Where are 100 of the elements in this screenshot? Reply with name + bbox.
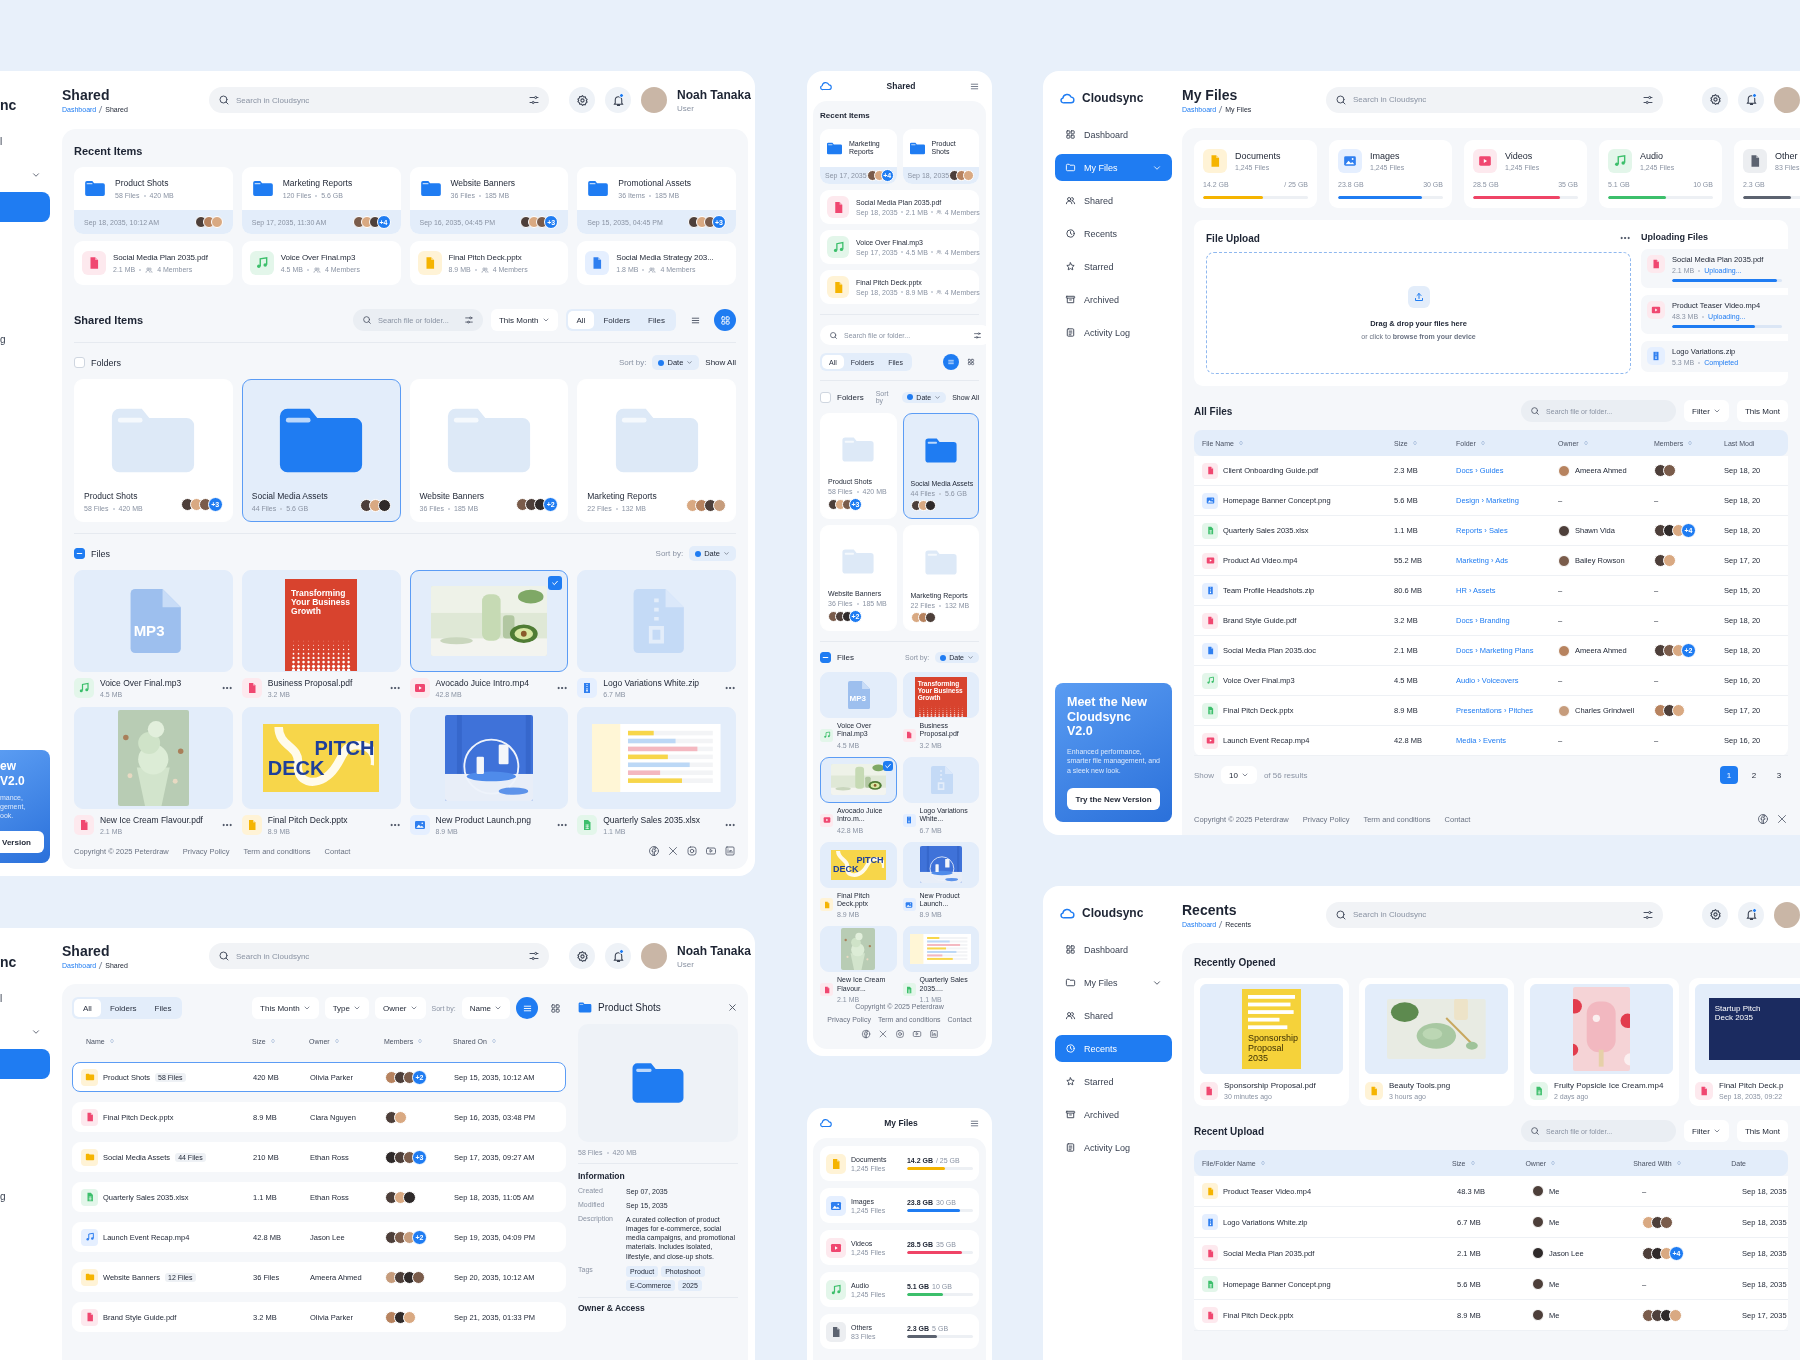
nav-item[interactable]: l xyxy=(0,982,55,1015)
period-dropdown[interactable]: This Month xyxy=(490,309,558,331)
promo-title-line: ew xyxy=(0,759,17,773)
page-title: Shared xyxy=(62,943,111,959)
nav-item[interactable]: My Files xyxy=(1055,969,1172,996)
file-name: Business Proposal.pdf xyxy=(267,678,354,688)
page-button[interactable]: 3 xyxy=(1770,766,1788,784)
cover-word: PITCH xyxy=(856,855,884,865)
search-field[interactable]: Search in Cloudsync xyxy=(1326,86,1663,113)
file-name: Sponsorship Proposal.pdf xyxy=(1224,1081,1316,1090)
file-name: Final Pitch Deck.p xyxy=(1719,1081,1784,1090)
section-title: Uploading Files xyxy=(1641,232,1709,242)
file-name: Social Media Strategy 203... xyxy=(616,252,714,262)
page-title: Recents xyxy=(1182,901,1238,918)
nav-item[interactable]: Shared xyxy=(1055,187,1172,214)
section-title: Recent Items xyxy=(820,111,871,120)
page-button[interactable]: 2 xyxy=(1745,766,1763,784)
nav-item[interactable]: l xyxy=(0,125,55,158)
file-type-label: MP3 xyxy=(849,693,866,703)
page-title: Shared xyxy=(62,87,111,103)
page-title: Shared xyxy=(886,81,916,91)
folder-name: Promotional Assets xyxy=(618,178,691,188)
section-title: Owner & Access xyxy=(578,1302,646,1313)
sort-dropdown[interactable]: Name xyxy=(461,997,510,1019)
panel-title: Product Shots xyxy=(598,1001,661,1013)
filter-dropdown[interactable]: This Month xyxy=(252,997,319,1019)
section-title: Recently Opened xyxy=(1194,957,1277,968)
file-name: Avocado Juice Intro.mp4 xyxy=(435,678,530,688)
show-all-link[interactable]: Show All xyxy=(705,358,736,367)
cover-title: Sponsorship Proposal 2035 xyxy=(1247,1033,1296,1064)
section-label: Folders xyxy=(837,392,864,402)
nav-item[interactable]: g xyxy=(0,323,55,356)
nav-item[interactable]: Archived xyxy=(1055,286,1172,313)
app-name: nc xyxy=(0,953,18,972)
app-name: Cloudsync xyxy=(1082,906,1144,920)
nav-item[interactable]: Recents xyxy=(1055,220,1172,247)
app-name: nc xyxy=(0,96,18,115)
tab[interactable]: Folders xyxy=(100,999,146,1017)
user-name: Noah Tanaka xyxy=(677,943,751,958)
nav-item[interactable]: Starred xyxy=(1055,1068,1172,1095)
try-version-button[interactable]: Version xyxy=(0,831,44,853)
nav-item[interactable]: Dashboard xyxy=(1055,936,1172,963)
tab[interactable]: Folders xyxy=(594,311,640,329)
search-field[interactable]: Search in Cloudsync xyxy=(1326,901,1663,928)
tab[interactable]: Files xyxy=(145,999,181,1017)
nav-item[interactable]: Activity Log xyxy=(1055,1134,1172,1161)
section-title: File Upload xyxy=(1206,232,1260,244)
page-button[interactable]: 1 xyxy=(1720,766,1738,784)
user-name: Noah Tanaka xyxy=(677,87,751,102)
section-label: Files xyxy=(837,653,854,662)
file-type-label: MP3 xyxy=(133,621,165,639)
page-title: My Files xyxy=(1182,86,1239,103)
section-label: Folders xyxy=(91,357,121,368)
nav-item[interactable]: My Files xyxy=(1055,154,1172,181)
filter-dropdown[interactable]: Type xyxy=(324,997,369,1019)
file-name: New Product Launch.png xyxy=(435,815,532,825)
nav-item[interactable]: g xyxy=(0,1180,55,1213)
section-title: Recent Items xyxy=(74,145,144,157)
folder-name: Website Banners xyxy=(419,491,485,501)
folder-name: Product Shots xyxy=(115,178,170,188)
file-name: Logo Variations White.zip xyxy=(603,678,700,688)
section-title: Recent Upload xyxy=(1194,1125,1264,1137)
promo-title: Meet the New Cloudsync V2.0 xyxy=(1067,695,1148,739)
cover-title: Startup Pitch Deck 2035 xyxy=(1714,1004,1762,1023)
folder-name: Marketing Reports xyxy=(282,178,353,188)
period-dropdown[interactable]: This Mont xyxy=(1736,1120,1788,1142)
folder-name: Product Shots xyxy=(84,491,139,501)
file-preview[interactable]: Transforming Your Business Growth xyxy=(241,570,401,672)
results-count: of 56 results xyxy=(1263,770,1308,780)
category-name: Documents xyxy=(1235,151,1281,161)
filter-dropdown[interactable]: Filter xyxy=(1684,1120,1729,1142)
tab[interactable]: All xyxy=(567,311,595,329)
page-size-select[interactable]: 10 xyxy=(1221,766,1257,784)
nav-item[interactable]: Dashboard xyxy=(1055,121,1172,148)
nav-item[interactable]: Starred xyxy=(1055,253,1172,280)
nav-item[interactable]: Activity Log xyxy=(1055,319,1172,346)
promo-title-line: V2.0 xyxy=(0,774,26,788)
try-version-button[interactable]: Try the New Version xyxy=(1067,788,1160,810)
search-field[interactable]: Search in Cloudsync xyxy=(209,87,549,113)
category-name: Images xyxy=(1370,151,1401,161)
nav-item[interactable]: Archived xyxy=(1055,1101,1172,1128)
user-role: User xyxy=(677,103,695,113)
folder-name: Social Media Assets xyxy=(251,491,328,501)
page-title: My Files xyxy=(884,1118,918,1128)
user-role: User xyxy=(677,959,695,969)
tab[interactable]: Files xyxy=(639,311,674,329)
section-title: Information xyxy=(578,1171,626,1181)
nav-item[interactable]: Shared xyxy=(1055,1002,1172,1029)
nav-item[interactable]: Recents xyxy=(1055,1035,1172,1062)
sort-label: Sort by: xyxy=(655,549,684,558)
filter-dropdown[interactable]: Owner xyxy=(374,997,426,1019)
tab[interactable]: All xyxy=(74,999,101,1017)
app-name: Cloudsync xyxy=(1082,91,1144,105)
file-name: New Ice Cream Flavour.pdf xyxy=(100,815,204,825)
search-field[interactable]: Search in Cloudsync xyxy=(209,943,549,969)
file-name: Quarterly Sales 2035.xlsx xyxy=(603,815,702,825)
section-title: All Files xyxy=(1194,405,1233,417)
category-name: Other xyxy=(1775,151,1799,161)
filter-dropdown[interactable]: Filter xyxy=(1684,400,1729,422)
period-dropdown[interactable]: This Mont xyxy=(1736,400,1788,422)
